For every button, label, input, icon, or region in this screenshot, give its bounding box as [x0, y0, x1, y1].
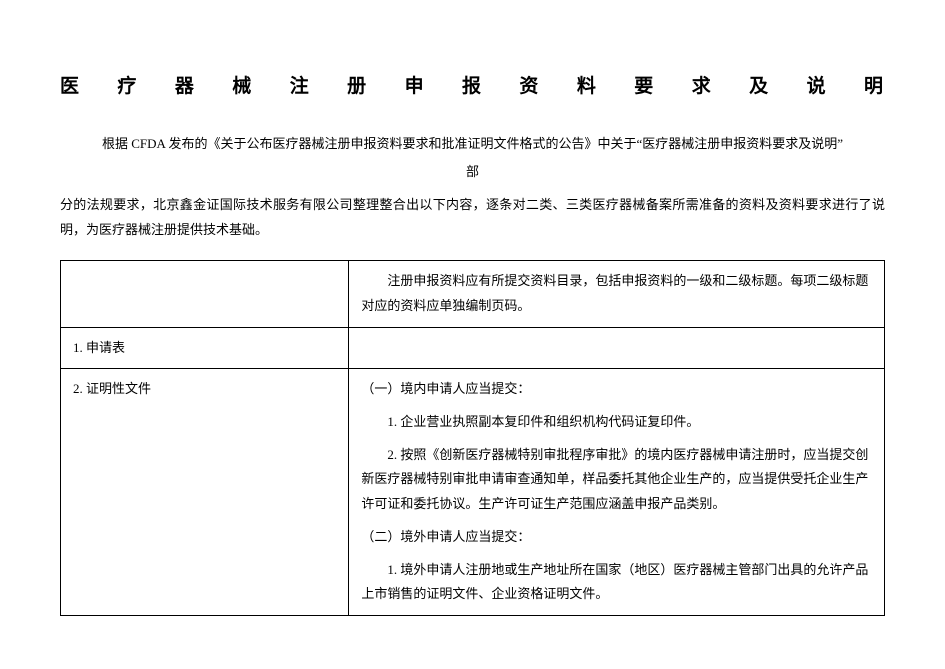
document-title: 医 疗 器 械 注 册 申 报 资 料 要 求 及 说 明 — [60, 70, 885, 104]
intro-line-1: 根据 CFDA 发布的《关于公布医疗器械注册申报资料要求和批准证明文件格式的公告… — [60, 132, 885, 155]
cell-row0-right: 注册申报资料应有所提交资料目录，包括申报资料的一级和二级标题。每项二级标题对应的… — [349, 261, 885, 327]
row2-heading-2: （二）境外申请人应当提交： — [361, 525, 872, 550]
table-row: 注册申报资料应有所提交资料目录，包括申报资料的一级和二级标题。每项二级标题对应的… — [61, 261, 885, 327]
cell-row2-right: （一）境内申请人应当提交： 1. 企业营业执照副本复印件和组织机构代码证复印件。… — [349, 369, 885, 616]
table-row: 2. 证明性文件 （一）境内申请人应当提交： 1. 企业营业执照副本复印件和组织… — [61, 369, 885, 616]
row0-right-text: 注册申报资料应有所提交资料目录，包括申报资料的一级和二级标题。每项二级标题对应的… — [361, 269, 872, 318]
cell-row2-left: 2. 证明性文件 — [61, 369, 349, 616]
row2-item-3: 1. 境外申请人注册地或生产地址所在国家（地区）医疗器械主管部门出具的允许产品上… — [361, 558, 872, 607]
cell-row1-right — [349, 327, 885, 369]
row2-item-1: 1. 企业营业执照副本复印件和组织机构代码证复印件。 — [361, 410, 872, 435]
intro-line-1-sub: 部 — [60, 160, 885, 183]
table-row: 1. 申请表 — [61, 327, 885, 369]
cell-row0-left — [61, 261, 349, 327]
row2-item-2: 2. 按照《创新医疗器械特别审批程序审批》的境内医疗器械申请注册时，应当提交创新… — [361, 443, 872, 517]
cell-row1-left: 1. 申请表 — [61, 327, 349, 369]
requirements-table: 注册申报资料应有所提交资料目录，包括申报资料的一级和二级标题。每项二级标题对应的… — [60, 260, 885, 616]
row2-heading-1: （一）境内申请人应当提交： — [361, 377, 872, 402]
intro-paragraph: 分的法规要求，北京鑫金证国际技术服务有限公司整理整合出以下内容，逐条对二类、三类… — [60, 193, 885, 242]
